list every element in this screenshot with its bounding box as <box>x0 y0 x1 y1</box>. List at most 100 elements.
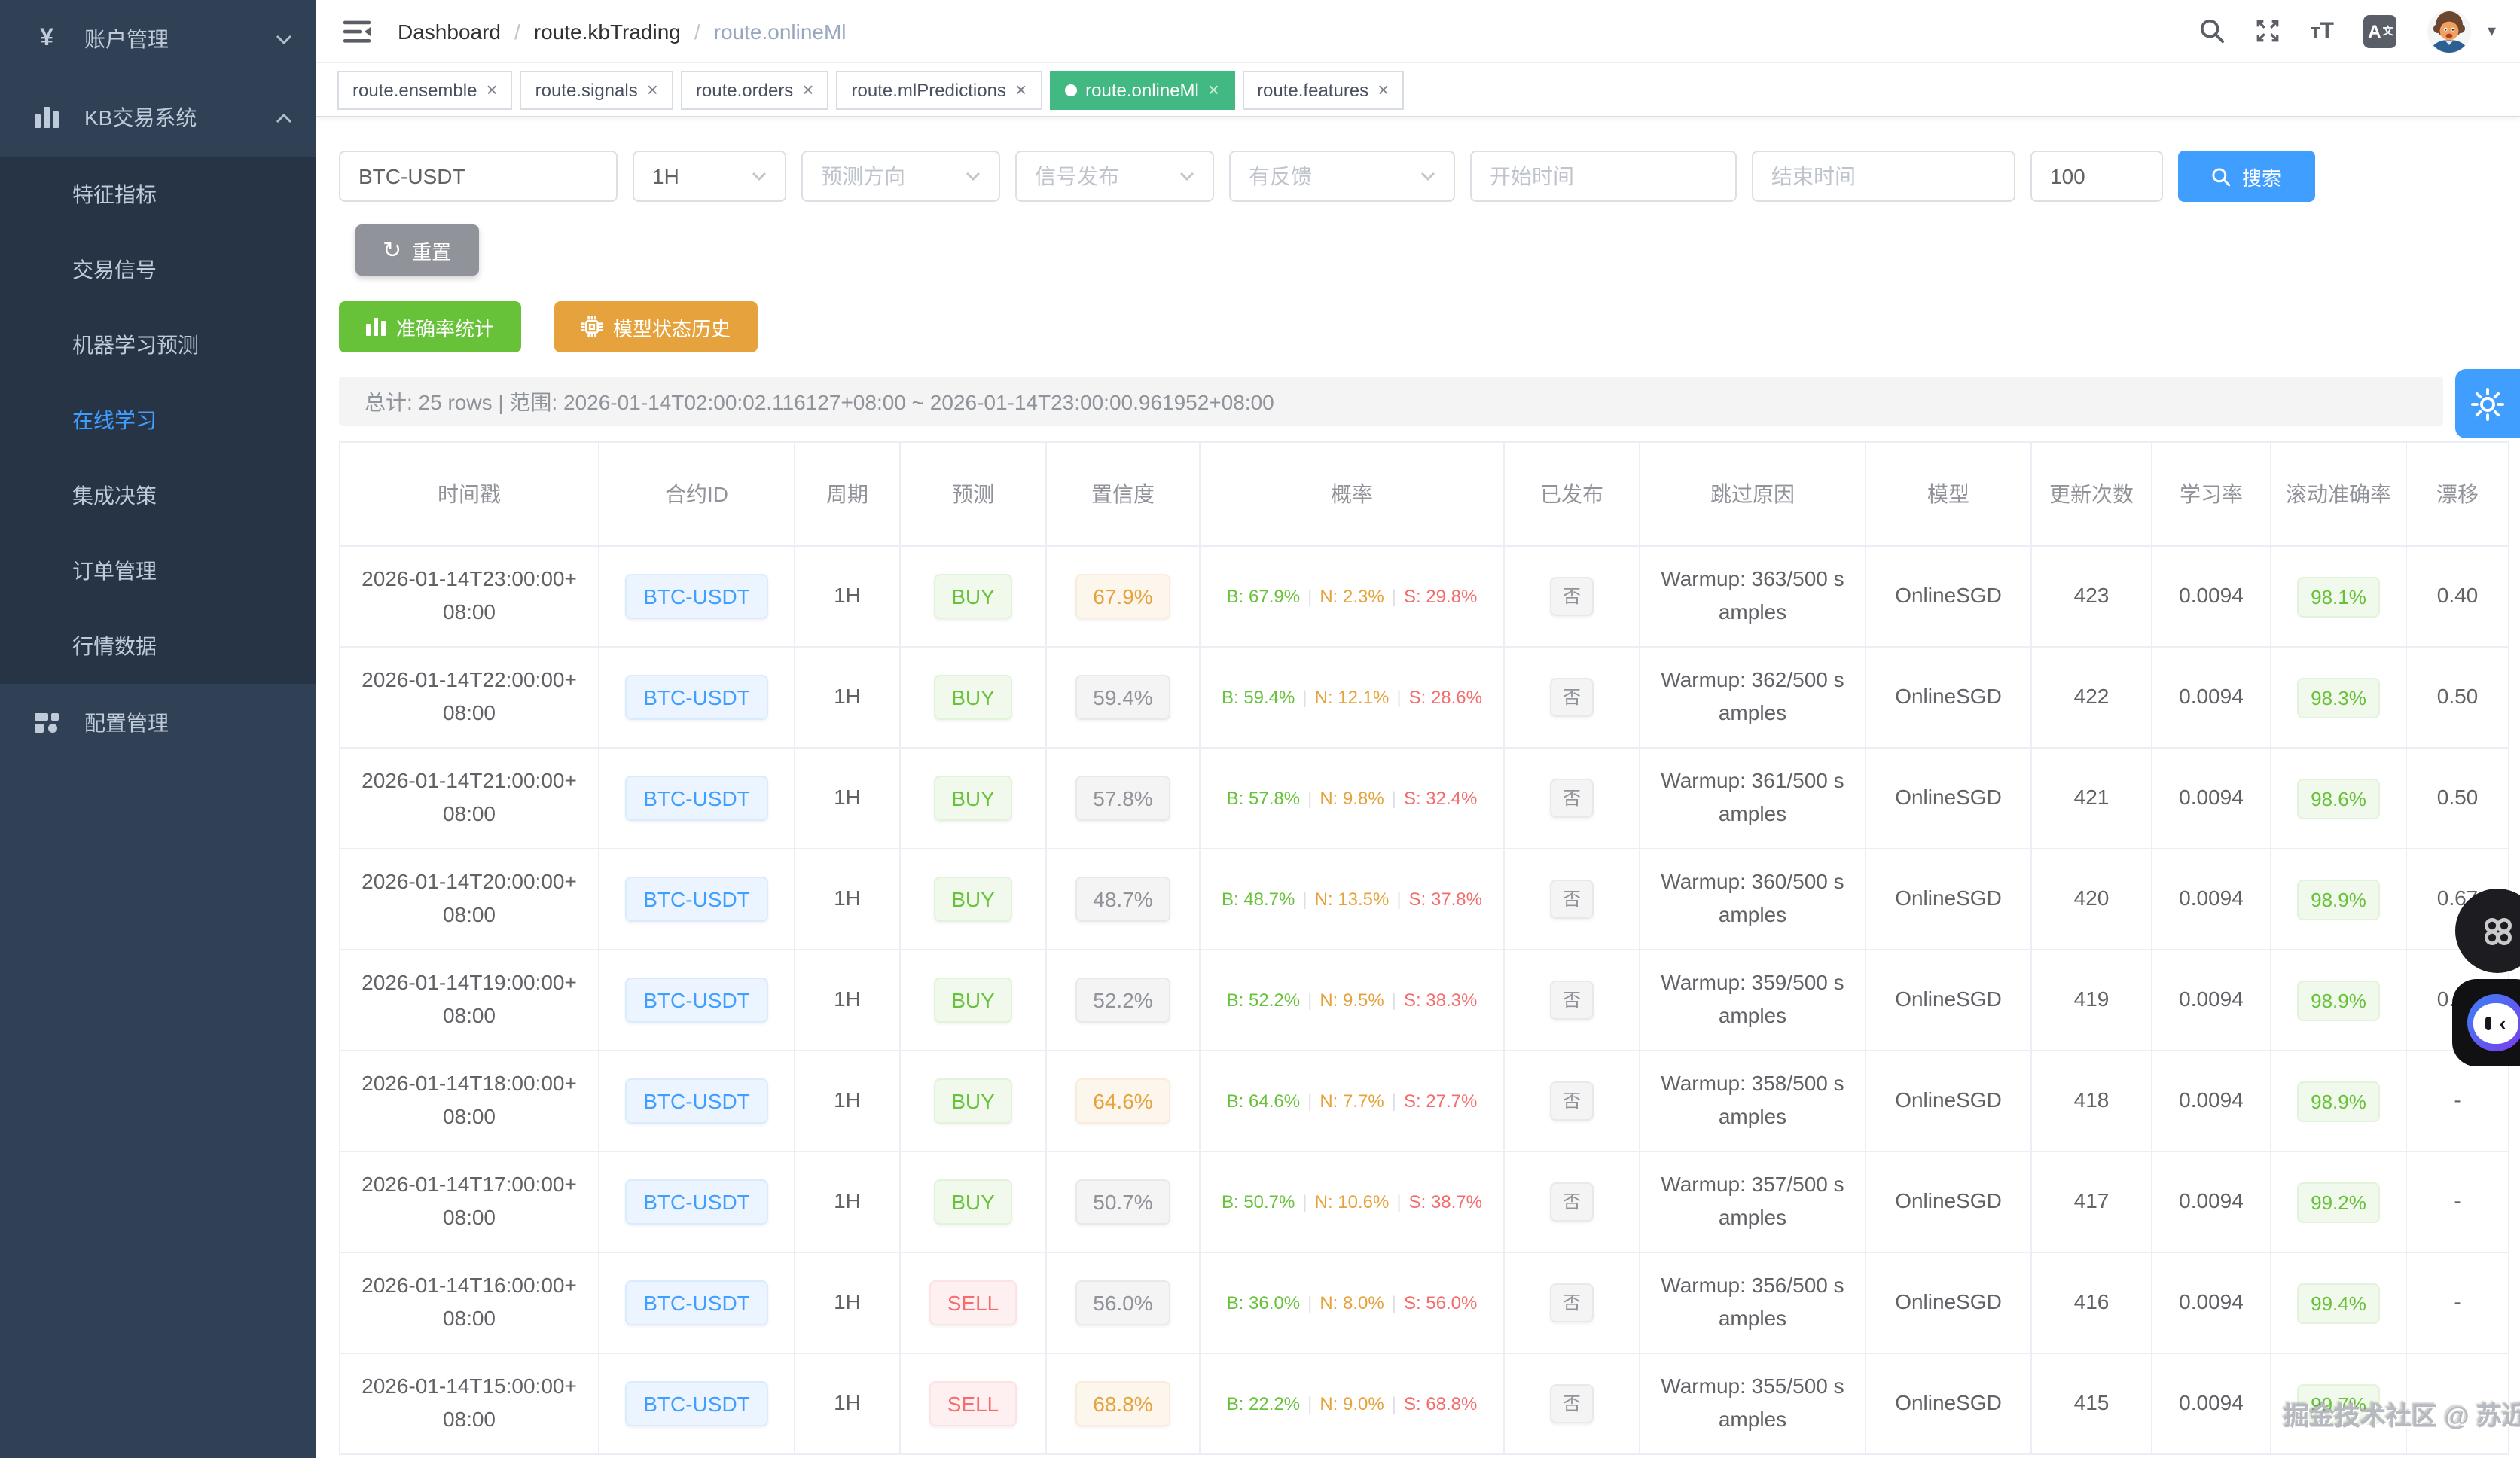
tab-route.ensemble[interactable]: route.ensemble× <box>337 70 513 109</box>
end-time-input[interactable]: 结束时间 <box>1752 151 2015 202</box>
rolling-accuracy-badge: 98.9% <box>2297 1081 2380 1121</box>
probability-pn: N: 8.0% <box>1319 1292 1384 1313</box>
probability-pn: N: 2.3% <box>1319 586 1384 607</box>
reset-button[interactable]: ↻ 重置 <box>355 224 478 276</box>
probability-separator: | <box>1392 1292 1396 1313</box>
contract-badge: BTC-USDT <box>625 1078 768 1124</box>
column-header-置信度: 置信度 <box>1046 442 1200 546</box>
limit-input[interactable]: 100 <box>2030 151 2163 202</box>
sidebar-group-2[interactable]: 配置管理 <box>0 684 316 762</box>
breadcrumb-item[interactable]: Dashboard <box>398 19 501 43</box>
chip-icon <box>581 316 603 337</box>
sidebar-group-1[interactable]: KB交易系统 <box>0 78 316 157</box>
sidebar-item-行情数据[interactable]: 行情数据 <box>0 609 316 684</box>
skip-reason-text: Warmup: 355/500 samples <box>1659 1371 1846 1437</box>
prediction-badge: SELL <box>929 1280 1017 1325</box>
cell-contract: BTC-USDT <box>599 1051 795 1151</box>
probability-pn: N: 10.6% <box>1315 1191 1390 1212</box>
skip-reason-text: Warmup: 360/500 samples <box>1659 867 1846 932</box>
cell-prediction: BUY <box>900 950 1046 1051</box>
ai-assistant-button[interactable]: ‹ <box>2452 979 2520 1066</box>
grid-icon <box>30 711 63 735</box>
cell-skip-reason: Warmup: 362/500 samples <box>1640 647 1866 748</box>
timestamp-text: 2026-01-14T23:00:00+ 08:00 <box>355 564 584 630</box>
table-row: 2026-01-14T15:00:00+ 08:00BTC-USDT1HSELL… <box>340 1353 2509 1454</box>
close-icon[interactable]: × <box>1377 80 1389 99</box>
sidebar-item-在线学习[interactable]: 在线学习 <box>0 383 316 458</box>
confidence-badge: 48.7% <box>1075 877 1170 922</box>
sidebar-group-label: 账户管理 <box>84 24 276 54</box>
translate-icon[interactable]: A文 <box>2364 14 2397 47</box>
search-button[interactable]: 搜索 <box>2178 151 2315 202</box>
text-size-icon[interactable]: TT <box>2311 17 2334 44</box>
close-icon[interactable]: × <box>486 80 497 99</box>
cell-model: OnlineSGD <box>1866 950 2031 1051</box>
prediction-badge: BUY <box>933 978 1013 1023</box>
close-icon[interactable]: × <box>802 80 813 99</box>
cell-period: 1H <box>795 647 900 748</box>
fullscreen-icon[interactable] <box>2255 18 2281 44</box>
search-icon[interactable] <box>2199 18 2225 44</box>
sidebar-item-集成决策[interactable]: 集成决策 <box>0 458 316 533</box>
breadcrumb-item[interactable]: route.kbTrading <box>534 19 681 43</box>
skip-reason-text: Warmup: 362/500 samples <box>1659 665 1846 731</box>
close-icon[interactable]: × <box>1208 80 1219 99</box>
probability-separator: | <box>1307 586 1312 607</box>
cell-skip-reason: Warmup: 358/500 samples <box>1640 1051 1866 1151</box>
hamburger-icon[interactable] <box>337 13 377 49</box>
probability-ps: S: 37.8% <box>1409 889 1482 910</box>
cell-period: 1H <box>795 1151 900 1252</box>
probability-pn: N: 9.0% <box>1319 1393 1384 1414</box>
sidebar-item-特征指标[interactable]: 特征指标 <box>0 157 316 232</box>
sidebar-item-机器学习预测[interactable]: 机器学习预测 <box>0 307 316 383</box>
direction-select[interactable]: 预测方向 <box>801 151 1000 202</box>
column-header-合约ID: 合约ID <box>599 442 795 546</box>
probability-ps: S: 32.4% <box>1404 788 1477 809</box>
signal-select[interactable]: 信号发布 <box>1015 151 1214 202</box>
page-content: BTC-USDT 1H 预测方向 信号发布 有反馈 开始时间 结束时间 100 … <box>316 117 2520 1458</box>
skip-reason-text: Warmup: 361/500 samples <box>1659 766 1846 831</box>
cell-probabilities: B: 64.6%|N: 7.7%|S: 27.7% <box>1200 1051 1504 1151</box>
symbol-input[interactable]: BTC-USDT <box>339 151 618 202</box>
accuracy-stats-button[interactable]: 准确率统计 <box>339 301 521 352</box>
sidebar-group-label: KB交易系统 <box>84 102 276 133</box>
period-select[interactable]: 1H <box>633 151 786 202</box>
tab-route.signals[interactable]: route.signals× <box>520 70 673 109</box>
probability-breakdown: B: 22.2%|N: 9.0%|S: 68.8% <box>1227 1393 1478 1414</box>
cell-published: 否 <box>1504 1353 1640 1454</box>
chevron-down-icon <box>956 172 981 181</box>
published-badge: 否 <box>1551 981 1593 1020</box>
avatar[interactable] <box>2427 8 2473 53</box>
tab-route.onlineMl[interactable]: route.onlineMl× <box>1049 70 1234 109</box>
cell-learning-rate: 0.0094 <box>2152 546 2271 647</box>
probability-separator: | <box>1392 990 1396 1011</box>
table-header-row: 时间戳合约ID周期预测置信度概率已发布跳过原因模型更新次数学习率滚动准确率漂移 <box>340 442 2509 546</box>
tab-route.mlPredictions[interactable]: route.mlPredictions× <box>837 70 1042 109</box>
sidebar-item-交易信号[interactable]: 交易信号 <box>0 232 316 307</box>
close-icon[interactable]: × <box>647 80 658 99</box>
probability-pb: B: 57.8% <box>1227 788 1300 809</box>
published-badge: 否 <box>1551 577 1593 616</box>
cell-probabilities: B: 48.7%|N: 13.5%|S: 37.8% <box>1200 849 1504 950</box>
tab-route.orders[interactable]: route.orders× <box>681 70 829 109</box>
start-time-input[interactable]: 开始时间 <box>1470 151 1737 202</box>
sidebar-group-0[interactable]: ¥账户管理 <box>0 0 316 78</box>
robot-icon: ‹ <box>2467 994 2520 1051</box>
refresh-icon: ↻ <box>383 239 401 261</box>
skip-reason-text: Warmup: 358/500 samples <box>1659 1069 1846 1134</box>
timestamp-text: 2026-01-14T22:00:00+ 08:00 <box>355 665 584 731</box>
dropdown-caret-icon[interactable]: ▾ <box>2488 21 2496 41</box>
clover-icon <box>2477 910 2518 951</box>
sidebar-item-订单管理[interactable]: 订单管理 <box>0 533 316 609</box>
chevron-down-icon <box>1170 172 1194 181</box>
tab-route.features[interactable]: route.features× <box>1242 70 1404 109</box>
table-row: 2026-01-14T18:00:00+ 08:00BTC-USDT1HBUY6… <box>340 1051 2509 1151</box>
model-history-button[interactable]: 模型状态历史 <box>554 301 758 352</box>
prediction-badge: BUY <box>933 675 1013 720</box>
close-icon[interactable]: × <box>1015 80 1027 99</box>
confidence-badge: 50.7% <box>1075 1179 1170 1225</box>
cell-skip-reason: Warmup: 355/500 samples <box>1640 1353 1866 1454</box>
settings-gear-button[interactable] <box>2455 369 2520 438</box>
feedback-select[interactable]: 有反馈 <box>1229 151 1455 202</box>
gear-icon <box>2470 386 2505 421</box>
